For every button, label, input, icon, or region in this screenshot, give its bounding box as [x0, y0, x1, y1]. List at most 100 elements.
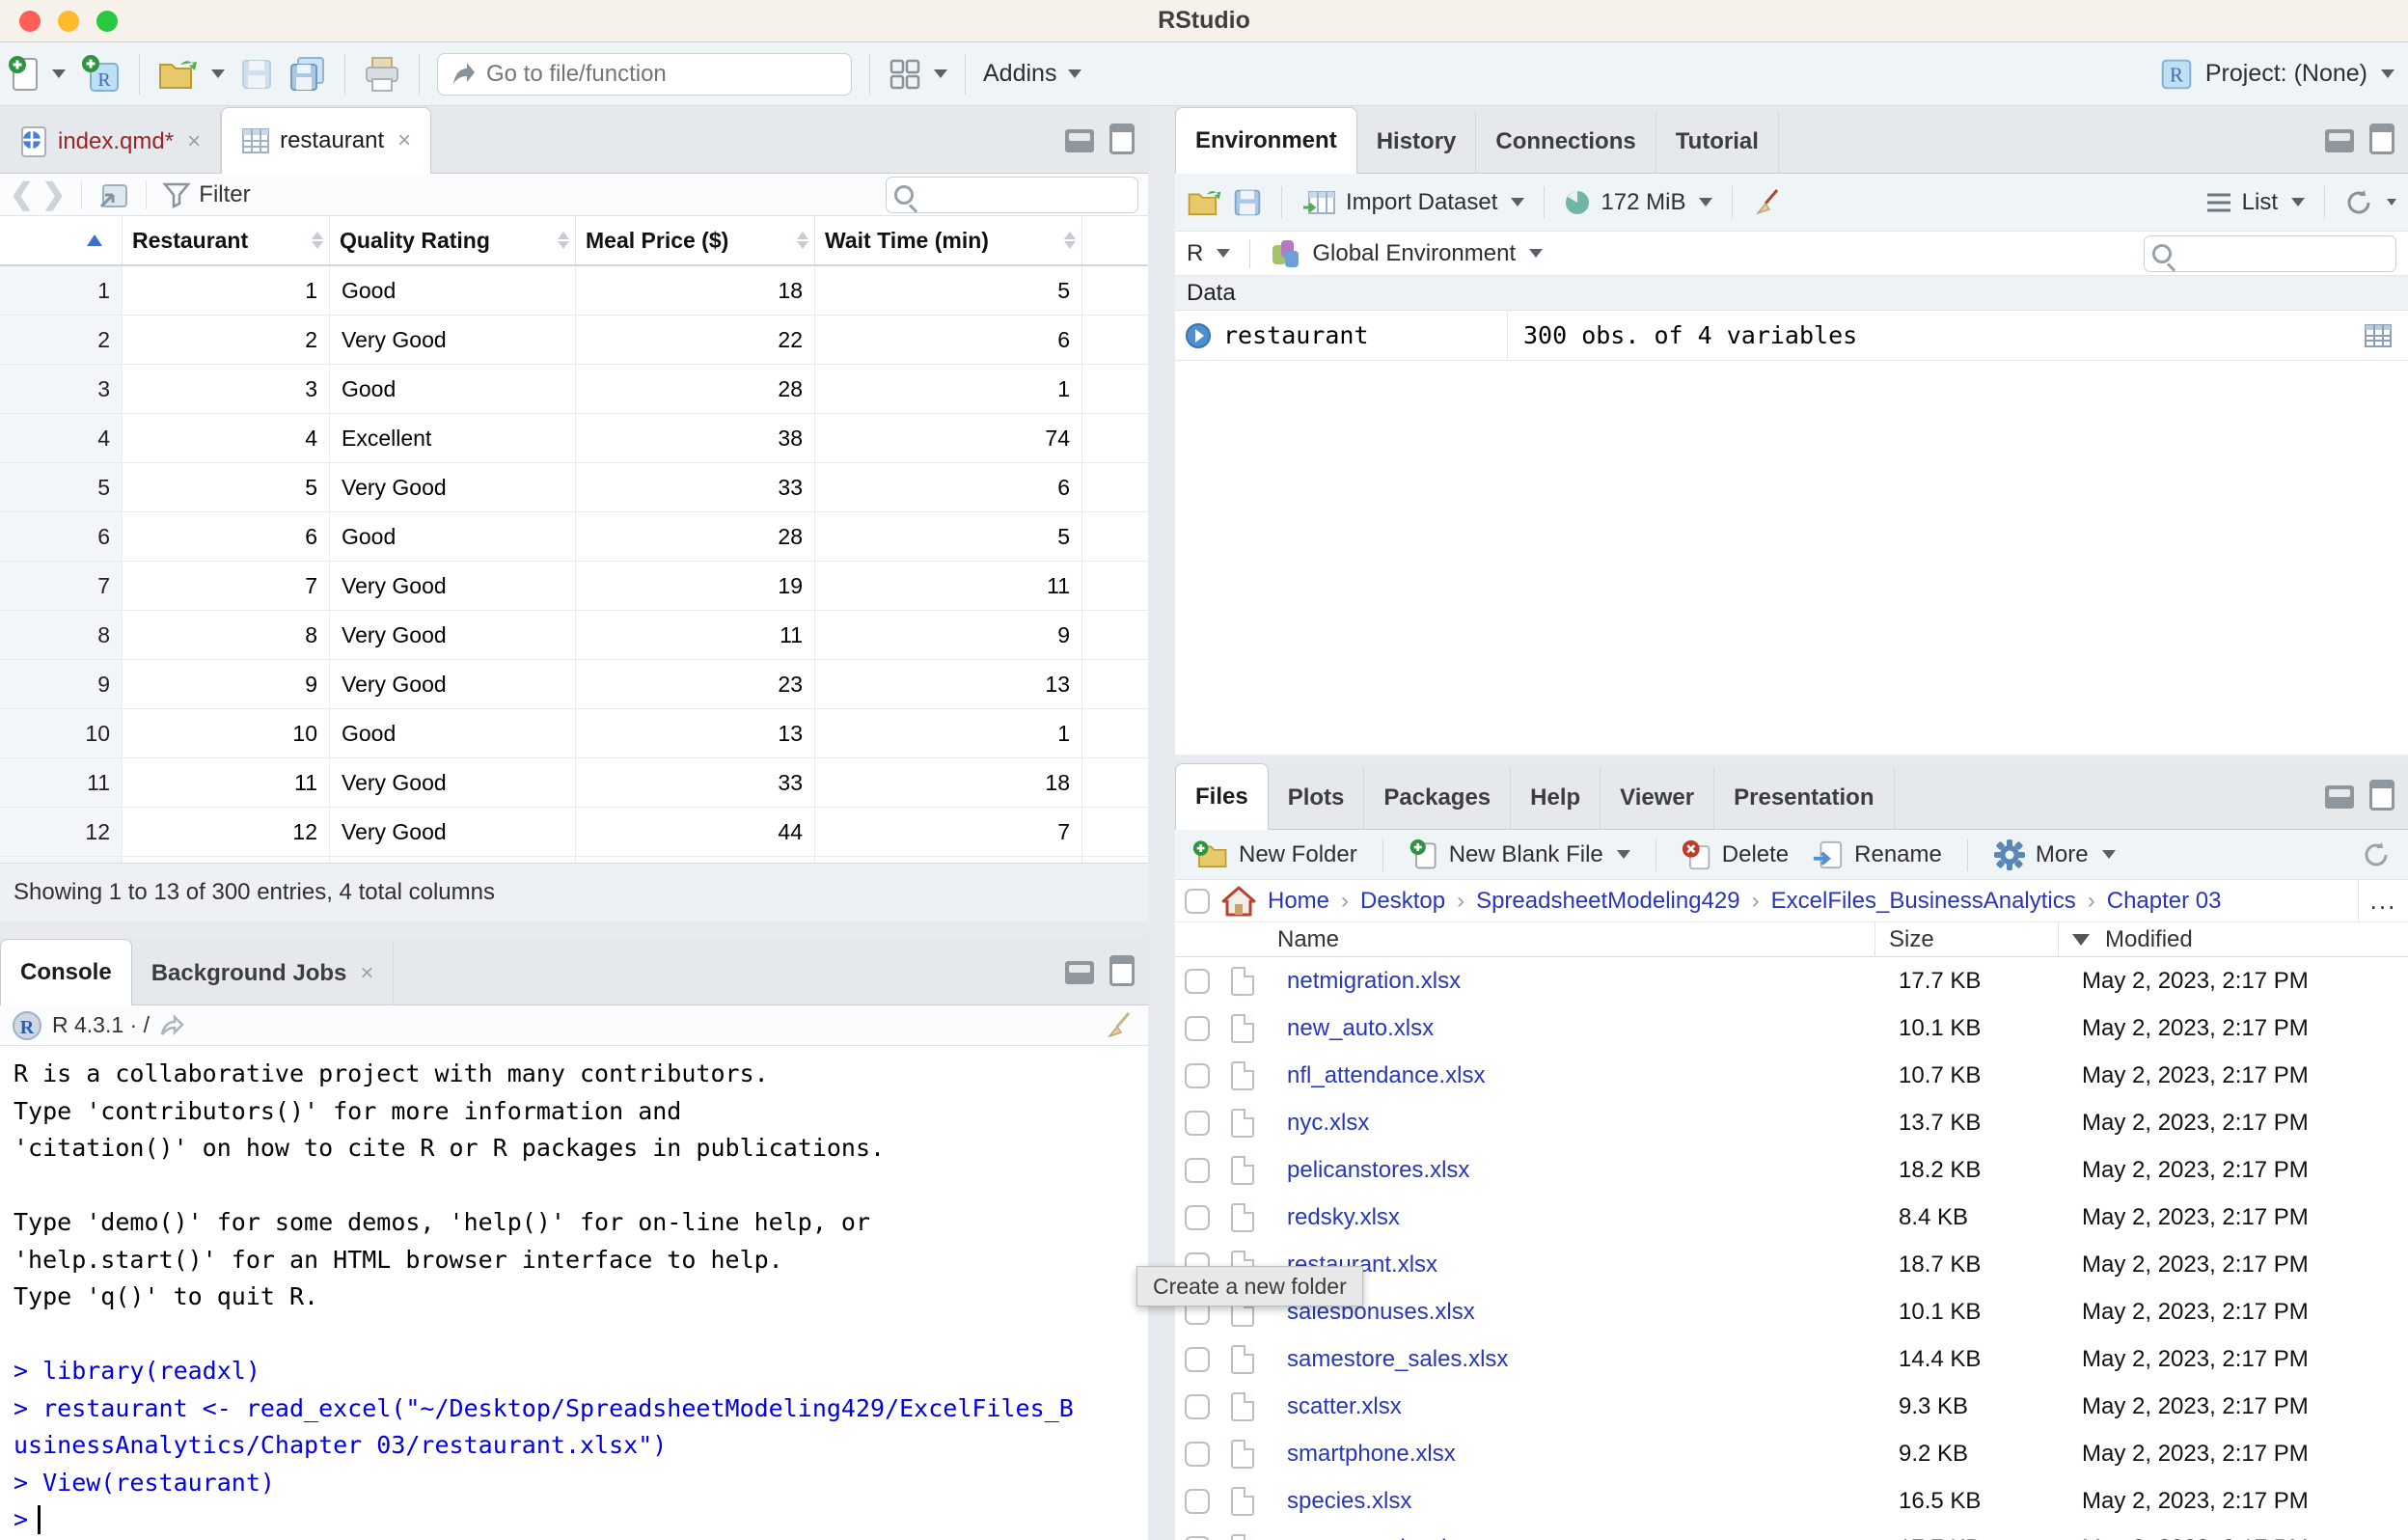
breadcrumb-home[interactable]: Home [1268, 888, 1329, 915]
colheader-modified[interactable]: Modified [2059, 922, 2408, 957]
file-row[interactable]: new_auto.xlsx 10.1 KB May 2, 2023, 2:17 … [1175, 1004, 2408, 1052]
colheader-name[interactable]: Name [1277, 922, 1875, 957]
maximize-pane-icon[interactable] [2369, 124, 2394, 154]
new-project-button[interactable]: R [73, 48, 129, 100]
row-number-header[interactable] [0, 216, 123, 264]
refresh-icon[interactable] [2344, 188, 2373, 217]
file-checkbox[interactable] [1185, 1347, 1210, 1372]
data-viewer-search-box[interactable] [886, 177, 1138, 213]
file-row[interactable]: smartphone.xlsx 9.2 KB May 2, 2023, 2:17… [1175, 1430, 2408, 1477]
tab-files[interactable]: Files [1175, 763, 1269, 830]
new-file-button[interactable] [0, 48, 73, 100]
save-button[interactable] [233, 48, 281, 100]
refresh-files-icon[interactable] [2362, 840, 2391, 869]
file-row[interactable]: samestore_sales.xlsx 14.4 KB May 2, 2023… [1175, 1335, 2408, 1383]
more-button[interactable]: More [1985, 829, 2123, 881]
goto-file-input[interactable] [486, 61, 805, 88]
clear-environment-broom-icon[interactable] [1752, 186, 1785, 219]
minimize-pane-icon[interactable] [2325, 129, 2354, 152]
file-row[interactable]: pelicanstores.xlsx 18.2 KB May 2, 2023, … [1175, 1146, 2408, 1194]
tab-background-jobs[interactable]: Background Jobs × [132, 943, 395, 1004]
console-output[interactable]: R is a collaborative project with many c… [0, 1046, 1148, 1539]
select-all-checkbox[interactable] [1185, 889, 1210, 914]
file-name-link[interactable]: samestore_sales.xlsx [1287, 1346, 1885, 1373]
file-checkbox[interactable] [1185, 1442, 1210, 1467]
forward-icon[interactable]: ❯ [41, 178, 66, 211]
column-header-restaurant[interactable]: Restaurant [123, 216, 330, 264]
open-new-window-icon[interactable] [97, 179, 130, 210]
tab-packages[interactable]: Packages [1364, 767, 1511, 829]
file-name-link[interactable]: salesbonuses.xlsx [1287, 1299, 1885, 1326]
back-icon[interactable]: ❮ [10, 178, 34, 211]
environment-object-row[interactable]: restaurant 300 obs. of 4 variables [1175, 311, 2408, 361]
import-dataset-label[interactable]: Import Dataset [1346, 189, 1497, 216]
file-checkbox[interactable] [1185, 1489, 1210, 1514]
table-row[interactable]: 7 7 Very Good 19 11 [0, 562, 1148, 611]
file-name-link[interactable]: restaurant.xlsx [1287, 1251, 1885, 1279]
tab-viewer[interactable]: Viewer [1601, 767, 1714, 829]
maximize-pane-icon[interactable] [1109, 124, 1135, 154]
file-checkbox[interactable] [1185, 1063, 1210, 1088]
file-checkbox[interactable] [1185, 1016, 1210, 1041]
tab-history[interactable]: History [1357, 111, 1477, 173]
file-row[interactable]: redsky.xlsx 8.4 KB May 2, 2023, 2:17 PM [1175, 1194, 2408, 1241]
breadcrumb-chapter-03[interactable]: Chapter 03 [2107, 888, 2222, 915]
table-row[interactable]: 4 4 Excellent 38 74 [0, 414, 1148, 463]
tab-index-qmd-close-icon[interactable]: × [187, 128, 201, 155]
list-view-label[interactable]: List [2242, 189, 2278, 216]
tab-background-jobs-close-icon[interactable]: × [360, 960, 373, 987]
tab-connections[interactable]: Connections [1476, 111, 1656, 173]
goto-file-function-box[interactable] [437, 53, 852, 96]
tab-index-qmd[interactable]: index.qmd* × [0, 111, 221, 173]
table-row[interactable]: 1 1 Good 18 5 [0, 266, 1148, 316]
table-row[interactable]: 11 11 Very Good 33 18 [0, 758, 1148, 808]
file-name-link[interactable]: surveyresults.xlsx [1287, 1535, 1885, 1540]
print-button[interactable] [355, 48, 409, 100]
breadcrumb-excelfiles-businessanalytics[interactable]: ExcelFiles_BusinessAnalytics [1771, 888, 2076, 915]
save-all-button[interactable] [281, 48, 335, 100]
clear-console-broom-icon[interactable] [1104, 1009, 1136, 1042]
table-row[interactable]: 12 12 Very Good 44 7 [0, 808, 1148, 857]
table-row[interactable]: 9 9 Very Good 23 13 [0, 660, 1148, 709]
table-row[interactable]: 5 5 Very Good 33 6 [0, 463, 1148, 512]
file-row[interactable]: netmigration.xlsx 17.7 KB May 2, 2023, 2… [1175, 957, 2408, 1004]
filter-funnel-icon[interactable] [162, 181, 191, 208]
file-name-link[interactable]: new_auto.xlsx [1287, 1015, 1885, 1042]
table-row[interactable]: 10 10 Good 13 1 [0, 709, 1148, 758]
file-checkbox[interactable] [1185, 1111, 1210, 1136]
tab-environment[interactable]: Environment [1175, 107, 1357, 174]
file-name-link[interactable]: nyc.xlsx [1287, 1110, 1885, 1137]
minimize-pane-icon[interactable] [1065, 961, 1094, 984]
delete-button[interactable]: Delete [1674, 829, 1796, 881]
breadcrumb-overflow-button[interactable]: ... [2358, 880, 2408, 921]
column-header-meal-price[interactable]: Meal Price ($) [576, 216, 815, 264]
colheader-size[interactable]: Size [1875, 922, 2059, 957]
file-checkbox[interactable] [1185, 1394, 1210, 1419]
file-row[interactable]: nfl_attendance.xlsx 10.7 KB May 2, 2023,… [1175, 1052, 2408, 1099]
table-row[interactable]: 8 8 Very Good 11 9 [0, 611, 1148, 660]
language-selector-label[interactable]: R [1187, 240, 1203, 267]
maximize-pane-icon[interactable] [1109, 955, 1135, 986]
new-folder-button[interactable]: New Folder [1185, 829, 1365, 881]
save-workspace-icon[interactable] [1233, 188, 1262, 217]
open-file-button[interactable] [150, 48, 233, 100]
file-name-link[interactable]: redsky.xlsx [1287, 1204, 1885, 1231]
tab-presentation[interactable]: Presentation [1714, 767, 1894, 829]
global-environment-label[interactable]: Global Environment [1312, 240, 1516, 267]
file-checkbox[interactable] [1185, 1536, 1210, 1540]
maximize-pane-icon[interactable] [2369, 780, 2394, 811]
file-row[interactable]: species.xlsx 16.5 KB May 2, 2023, 2:17 P… [1175, 1477, 2408, 1525]
column-header-wait-time[interactable]: Wait Time (min) [815, 216, 1082, 264]
file-name-link[interactable]: netmigration.xlsx [1287, 968, 1885, 995]
workspace-panes-button[interactable] [880, 48, 955, 100]
tab-console[interactable]: Console [0, 939, 132, 1005]
addins-button[interactable]: Addins [975, 48, 1089, 100]
file-name-link[interactable]: pelicanstores.xlsx [1287, 1157, 1885, 1184]
new-blank-file-button[interactable]: New Blank File [1401, 829, 1638, 881]
table-row[interactable]: 2 2 Very Good 22 6 [0, 316, 1148, 365]
file-row[interactable]: surveyresults.xlsx 17.7 KB May 2, 2023, … [1175, 1525, 2408, 1540]
file-row[interactable]: nyc.xlsx 13.7 KB May 2, 2023, 2:17 PM [1175, 1099, 2408, 1146]
rename-button[interactable]: Rename [1804, 829, 1950, 881]
breadcrumb-spreadsheetmodeling429[interactable]: SpreadsheetModeling429 [1476, 888, 1740, 915]
tab-plots[interactable]: Plots [1269, 767, 1365, 829]
